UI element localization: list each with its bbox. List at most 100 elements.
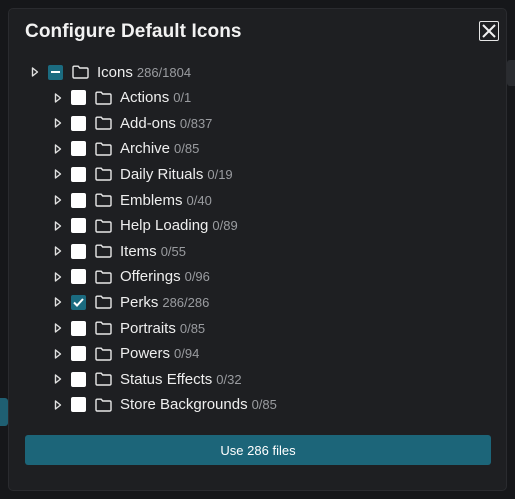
folder-checkbox[interactable]	[71, 115, 86, 131]
caret-right-icon	[54, 246, 62, 256]
tree-row-portraits: Portraits 0/85	[52, 317, 205, 339]
folder-checkbox[interactable]	[71, 166, 86, 182]
folder-count: 0/96	[184, 269, 210, 285]
caret-right-icon	[54, 195, 62, 205]
background-chip	[0, 398, 8, 426]
expand-toggle[interactable]	[52, 220, 64, 232]
background-chip	[507, 60, 515, 86]
folder-icon-wrap	[95, 219, 112, 233]
folder-checkbox[interactable]	[71, 371, 86, 387]
checkmark-icon	[73, 298, 84, 307]
folder-checkbox[interactable]	[71, 141, 86, 157]
expand-toggle[interactable]	[52, 168, 64, 180]
tree-row-icons: Icons 286/1804	[29, 61, 191, 83]
folder-checkbox[interactable]	[71, 294, 86, 310]
folder-label: Help Loading	[120, 217, 209, 235]
folder-count: 0/1	[173, 90, 192, 106]
folder-label: Perks	[120, 293, 159, 311]
folder-icon-wrap	[95, 347, 112, 361]
folder-count: 0/85	[174, 141, 200, 157]
tree-row-daily-rituals: Daily Rituals 0/19	[52, 163, 233, 185]
folder-checkbox[interactable]	[71, 218, 86, 234]
expand-toggle[interactable]	[52, 271, 64, 283]
tree-row-offerings: Offerings 0/96	[52, 266, 210, 288]
folder-icon	[95, 321, 112, 335]
folder-count: 286/1804	[136, 64, 192, 80]
folder-count: 0/85	[179, 320, 206, 336]
tree-row-perks: Perks 286/286	[52, 291, 209, 313]
folder-icon	[95, 270, 112, 284]
folder-icon	[95, 347, 112, 361]
expand-toggle[interactable]	[52, 245, 64, 257]
tree-row-add-ons: Add-ons 0/837	[52, 112, 212, 134]
tree-row-archive: Archive 0/85	[52, 138, 199, 160]
folder-icon	[95, 398, 112, 412]
dialog-title: Configure Default Icons	[25, 21, 242, 42]
tree-row-powers: Powers 0/94	[52, 343, 199, 365]
folder-checkbox[interactable]	[71, 243, 86, 259]
tree-row-help-loading: Help Loading 0/89	[52, 215, 238, 237]
folder-icon-wrap	[95, 398, 112, 412]
tree-row-items: Items 0/55	[52, 240, 186, 262]
expand-toggle[interactable]	[52, 92, 64, 104]
folder-icon-wrap	[95, 270, 112, 284]
folder-checkbox[interactable]	[71, 90, 86, 106]
folder-icon-wrap	[95, 244, 112, 258]
folder-count: 0/55	[160, 243, 186, 259]
close-button[interactable]	[479, 21, 499, 41]
folder-count: 0/89	[212, 218, 238, 234]
folder-icon	[95, 142, 112, 156]
use-files-button[interactable]: Use 286 files	[25, 435, 491, 465]
folder-count: 0/85	[251, 397, 277, 413]
folder-label: Status Effects	[120, 370, 213, 388]
caret-right-icon	[54, 169, 62, 180]
tree-row-emblems: Emblems 0/40	[52, 189, 212, 211]
expand-toggle[interactable]	[29, 66, 41, 78]
folder-label: Powers	[120, 345, 171, 363]
folder-checkbox[interactable]	[71, 346, 86, 362]
expand-toggle[interactable]	[52, 296, 64, 308]
folder-label: Icons	[97, 63, 133, 81]
folder-count: 0/40	[186, 192, 212, 208]
expand-toggle[interactable]	[52, 373, 64, 385]
expand-toggle[interactable]	[52, 143, 64, 155]
expand-toggle[interactable]	[52, 348, 64, 360]
caret-right-icon	[54, 297, 62, 308]
folder-label: Offerings	[120, 268, 181, 286]
folder-icon	[72, 65, 89, 79]
caret-right-icon	[54, 220, 62, 231]
folder-icon-wrap	[95, 142, 112, 156]
expand-toggle[interactable]	[52, 117, 64, 129]
caret-right-icon	[54, 144, 62, 154]
folder-checkbox[interactable]	[71, 397, 86, 413]
folder-label: Portraits	[120, 319, 176, 337]
caret-right-icon	[54, 400, 62, 410]
folder-icon-wrap	[95, 295, 112, 310]
folder-icon-wrap	[72, 65, 89, 79]
folder-icon	[95, 193, 112, 207]
configure-icons-dialog: Configure Default Icons Icons 286/1804 Act…	[9, 9, 506, 490]
folder-label: Actions	[120, 89, 170, 107]
folder-checkbox[interactable]	[71, 192, 86, 208]
folder-checkbox[interactable]	[71, 320, 86, 336]
caret-right-icon	[54, 323, 62, 333]
expand-toggle[interactable]	[52, 322, 64, 334]
folder-label: Emblems	[120, 191, 183, 209]
folder-label: Items	[120, 242, 157, 260]
folder-checkbox[interactable]	[48, 64, 63, 80]
folder-icon	[95, 116, 112, 130]
folder-count: 0/32	[216, 371, 242, 387]
caret-right-icon	[54, 272, 62, 282]
folder-icon-wrap	[95, 193, 112, 207]
folder-checkbox[interactable]	[71, 269, 86, 285]
folder-icon-wrap	[95, 321, 112, 335]
tree-row-store-backgrounds: Store Backgrounds 0/85	[52, 394, 277, 416]
expand-toggle[interactable]	[52, 194, 64, 206]
folder-icon-wrap	[95, 167, 112, 182]
expand-toggle[interactable]	[52, 399, 64, 411]
folder-icon	[95, 219, 112, 233]
folder-count: 0/19	[207, 166, 233, 182]
folder-count: 286/286	[162, 294, 210, 310]
folder-count: 0/837	[179, 115, 213, 131]
folder-label: Add-ons	[120, 114, 176, 132]
